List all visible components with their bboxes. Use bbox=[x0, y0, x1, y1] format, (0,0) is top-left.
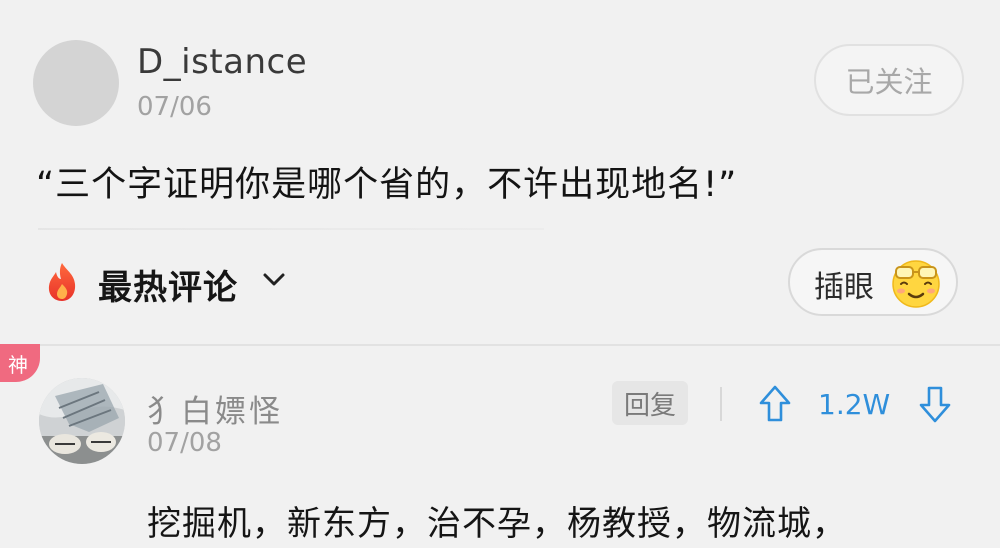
reply-button[interactable]: 回复 bbox=[612, 381, 688, 425]
follow-button[interactable]: 已关注 bbox=[814, 44, 964, 116]
post-title: “三个字证明你是哪个省的，不许出现地名!” bbox=[36, 165, 738, 205]
sunglasses-smile-icon[interactable] bbox=[888, 254, 944, 310]
comment-date: 07/08 bbox=[147, 428, 222, 458]
post-author-avatar[interactable] bbox=[33, 40, 119, 126]
comment-text: 挖掘机，新东方，治不孕，杨教授，物流城， bbox=[147, 504, 847, 544]
vote-count: 1.2W bbox=[818, 388, 891, 421]
god-comment-badge: 神 bbox=[0, 344, 40, 382]
section-divider bbox=[0, 344, 1000, 346]
downvote-arrow-icon[interactable] bbox=[918, 384, 952, 424]
chevron-down-icon[interactable] bbox=[262, 270, 286, 290]
insert-eye-label[interactable]: 插眼 bbox=[814, 262, 874, 306]
post-author-name[interactable]: D_istance bbox=[137, 42, 307, 82]
comment-author-avatar[interactable] bbox=[39, 378, 125, 464]
fire-icon bbox=[48, 263, 76, 301]
upvote-arrow-icon[interactable] bbox=[758, 384, 792, 424]
comment-author-name[interactable]: 犭白嫖怪 bbox=[147, 386, 283, 431]
hot-comments-label[interactable]: 最热评论 bbox=[98, 260, 238, 309]
avatar-photo-icon bbox=[39, 378, 125, 464]
post-date: 07/06 bbox=[137, 92, 212, 122]
action-separator bbox=[720, 387, 722, 421]
divider-line bbox=[38, 228, 544, 230]
